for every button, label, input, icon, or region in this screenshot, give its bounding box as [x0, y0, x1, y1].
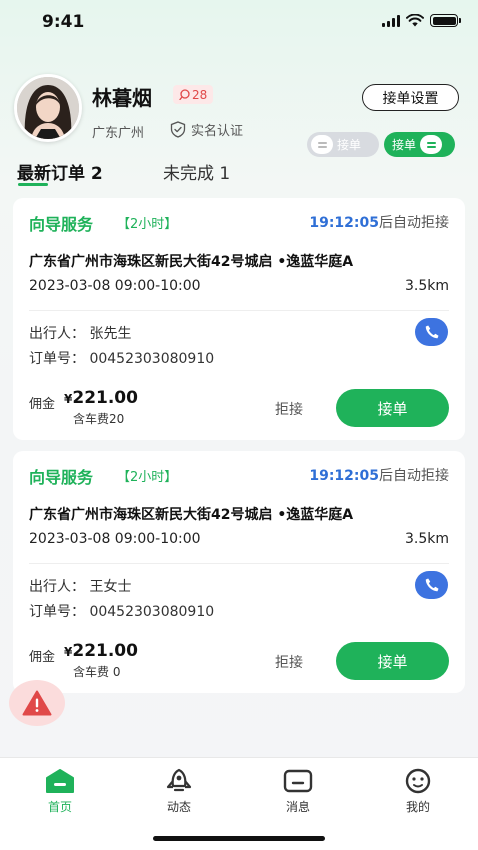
- status-bar: 9:41: [0, 0, 478, 44]
- auto-reject-countdown: 19:12:05后自动拒接: [309, 465, 449, 485]
- order-price: ¥221.00: [64, 641, 138, 661]
- home-icon: [46, 769, 74, 793]
- signal-icon: [382, 14, 400, 27]
- nav-item-home[interactable]: 首页: [30, 768, 90, 815]
- avatar[interactable]: [14, 74, 82, 142]
- smiley-icon: [405, 768, 431, 794]
- reject-button[interactable]: 拒接: [275, 399, 303, 419]
- service-duration: 【2小时】: [117, 470, 178, 485]
- order-address: 广东省广州市海珠区新民大街42号城启 •逸蓝华庭A: [29, 507, 354, 523]
- order-price: ¥221.00: [64, 388, 138, 408]
- reject-button[interactable]: 拒接: [275, 652, 303, 672]
- tab-incomplete[interactable]: 未完成 1: [163, 159, 230, 184]
- nav-label-messages: 消息: [285, 800, 310, 814]
- shield-check-icon: [170, 121, 186, 138]
- countdown-time: 19:12:05: [309, 468, 379, 484]
- service-title: 向导服务: [29, 215, 94, 234]
- rating-badge: 28: [173, 85, 214, 104]
- order-card: 向导服务 【2小时】 19:12:05后自动拒接 广东省广州市海珠区新民大街42…: [13, 451, 465, 693]
- nav-label-home: 首页: [47, 800, 72, 814]
- active-tab-indicator: [18, 183, 48, 186]
- call-button[interactable]: [415, 571, 448, 599]
- car-fee: 含车费20: [73, 412, 125, 426]
- countdown-suffix: 后自动拒接: [379, 215, 449, 231]
- nav-label-activity: 动态: [166, 800, 191, 814]
- price-value: 221.00: [72, 641, 138, 661]
- order-distance: 3.5km: [404, 278, 449, 294]
- accept-button[interactable]: 接单: [336, 642, 449, 680]
- card-divider: [29, 310, 449, 311]
- traveler-name: 出行人： 张先生: [29, 326, 132, 342]
- nav-item-messages[interactable]: 消息: [268, 768, 328, 815]
- order-address: 广东省广州市海珠区新民大街42号城启 •逸蓝华庭A: [29, 254, 354, 270]
- emergency-button[interactable]: [9, 680, 65, 726]
- nav-item-activity[interactable]: 动态: [149, 768, 209, 815]
- user-location: 广东广州: [92, 126, 145, 141]
- verified-badge: 实名认证: [170, 120, 243, 139]
- toggle-off-label: 接单: [337, 138, 362, 152]
- price-value: 221.00: [72, 388, 138, 408]
- status-icons: [382, 14, 461, 27]
- card-divider: [29, 563, 449, 564]
- chat-bubble-icon: [179, 89, 190, 100]
- order-card: 向导服务 【2小时】 19:12:05后自动拒接 广东省广州市海珠区新民大街42…: [13, 198, 465, 440]
- user-name: 林暮烟: [92, 86, 152, 110]
- battery-icon: [430, 14, 461, 27]
- nav-label-profile: 我的: [405, 800, 430, 814]
- commission-label: 佣金: [29, 650, 56, 665]
- car-fee: 含车费 0: [73, 665, 121, 679]
- toggle-knob-icon: [311, 135, 333, 154]
- toggle-on-label: 接单: [392, 138, 417, 152]
- order-datetime: 2023-03-08 09:00-10:00: [29, 278, 201, 294]
- countdown-suffix: 后自动拒接: [379, 468, 449, 484]
- order-settings-button[interactable]: 接单设置: [362, 84, 459, 111]
- warning-icon: [22, 690, 52, 716]
- phone-icon: [425, 325, 438, 339]
- countdown-time: 19:12:05: [309, 215, 379, 231]
- tab-latest-orders[interactable]: 最新订单 2: [17, 159, 103, 184]
- rating-badge-count: 28: [192, 87, 208, 102]
- rocket-icon: [166, 768, 192, 792]
- avatar-image: [17, 77, 79, 139]
- order-number: 订单号： 00452303080910: [29, 604, 215, 620]
- accept-orders-toggle-on[interactable]: 接单: [384, 132, 455, 157]
- traveler-name: 出行人： 王女士: [29, 579, 132, 595]
- service-duration: 【2小时】: [117, 217, 178, 232]
- call-button[interactable]: [415, 318, 448, 346]
- order-number: 订单号： 00452303080910: [29, 351, 215, 367]
- verified-label: 实名认证: [191, 124, 244, 139]
- wifi-icon: [406, 14, 424, 27]
- status-time: 9:41: [42, 12, 85, 32]
- auto-reject-countdown: 19:12:05后自动拒接: [309, 212, 449, 232]
- service-title: 向导服务: [29, 468, 94, 487]
- accept-orders-toggle-off[interactable]: 接单: [307, 132, 379, 157]
- order-distance: 3.5km: [404, 531, 449, 547]
- commission-label: 佣金: [29, 397, 56, 412]
- accept-button[interactable]: 接单: [336, 389, 449, 427]
- home-indicator: [153, 836, 325, 841]
- message-icon: [283, 769, 313, 793]
- order-datetime: 2023-03-08 09:00-10:00: [29, 531, 201, 547]
- nav-item-profile[interactable]: 我的: [388, 768, 448, 815]
- phone-icon: [425, 578, 438, 592]
- toggle-knob-icon: [420, 135, 443, 154]
